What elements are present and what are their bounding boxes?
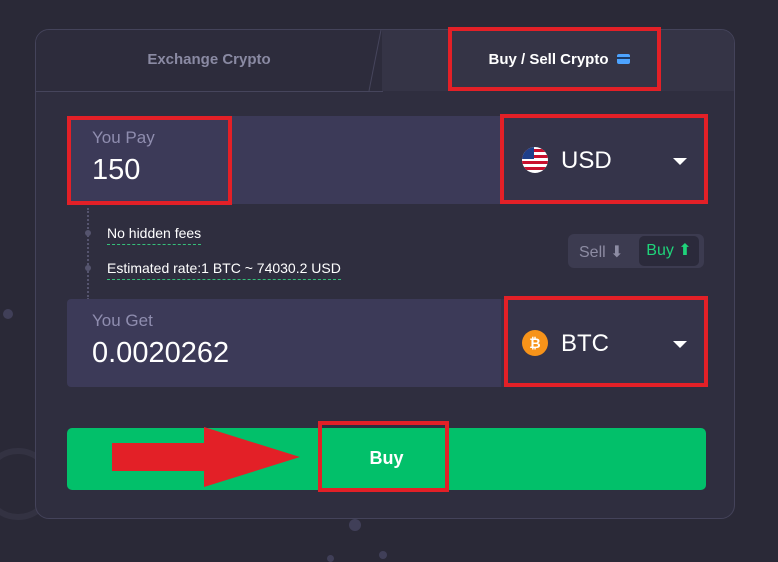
info-dot [85,230,91,236]
us-flag-icon [522,147,548,173]
you-get-label: You Get [92,311,153,330]
arrow-down-icon: ⬇ [605,244,624,261]
sell-toggle-option[interactable]: Sell ⬇ [579,242,624,262]
you-get-value: 0.0020262 [92,337,230,369]
sell-buy-toggle: Sell ⬇ Buy ⬆ [568,234,704,268]
tab-exchange-crypto[interactable]: Exchange Crypto [36,30,383,92]
sell-toggle-label: Sell [579,244,606,261]
you-get-field: You Get 0.0020262 ₿ BTC [67,299,706,387]
get-currency-select[interactable]: ₿ BTC [501,299,706,387]
info-connector [87,208,90,300]
no-hidden-fees-link[interactable]: No hidden fees [107,225,202,245]
pay-currency-label: USD [561,147,612,174]
bitcoin-icon: ₿ [522,330,548,356]
background-dot [349,519,361,531]
background-dot [379,551,387,559]
credit-card-icon [616,54,630,65]
buy-toggle-label: Buy [646,242,674,259]
buy-toggle-option[interactable]: Buy ⬆ [639,236,699,266]
tab-exchange-label: Exchange Crypto [147,51,271,68]
tab-buy-sell-crypto[interactable]: Buy / Sell Crypto [382,30,734,91]
chevron-down-icon [673,341,687,348]
pay-currency-select[interactable]: USD [501,116,706,204]
you-pay-field: You Pay 150 USD [67,116,706,204]
background-dot [3,309,13,319]
you-pay-label: You Pay [92,128,155,147]
get-currency-label: BTC [561,330,609,357]
estimated-rate-text: Estimated rate:1 BTC ~ 74030.2 USD [107,260,341,280]
info-dot [85,265,91,271]
arrow-up-icon: ⬆ [673,242,692,259]
chevron-down-icon [673,158,687,165]
you-pay-input[interactable]: 150 [92,154,140,187]
tab-buy-sell-label: Buy / Sell Crypto [488,51,609,68]
annotation-arrow-icon [112,427,300,487]
